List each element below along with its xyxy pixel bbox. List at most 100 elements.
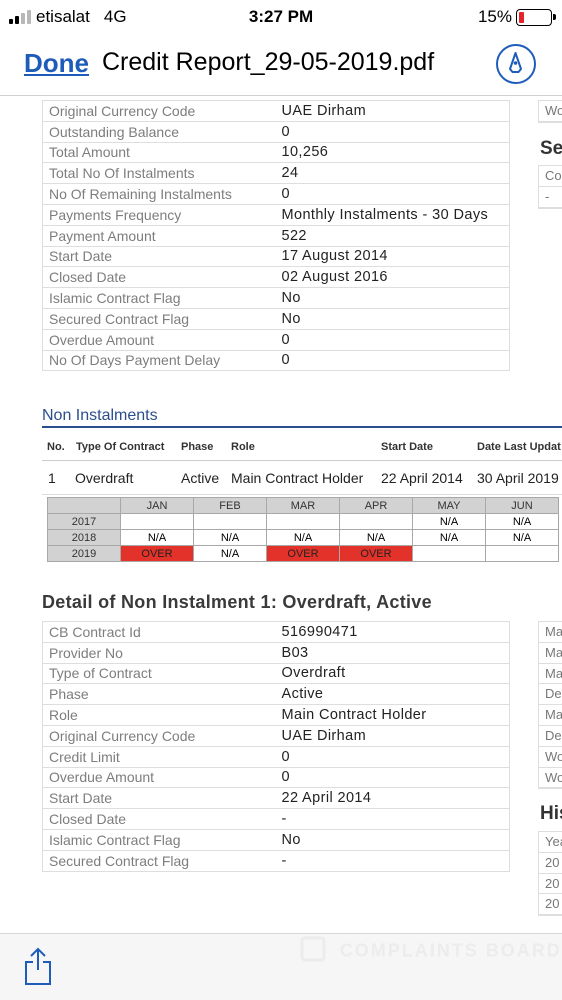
field-value: 24 <box>275 162 510 185</box>
history-table: Yea202020 <box>538 831 562 917</box>
watermark-logo <box>300 936 326 962</box>
field-label: Phase <box>42 683 276 706</box>
instalment-details-table: Original Currency Code UAE Dirham Outstand… <box>42 100 510 372</box>
non-instalments-header-row: No. Type Of Contract Phase Role Start Da… <box>42 433 562 461</box>
payment-history-grid: JAN FEB MAR APR MAY JUN 2017 N/A N/A 2018 N/A N/A N/… <box>47 497 559 562</box>
col-type: Type Of Contract <box>76 441 165 453</box>
status-bar: etisalat 4G 3:27 PM 15% <box>0 0 562 34</box>
col-start-date: Start Date <box>381 441 433 453</box>
field-label: Islamic Contract Flag <box>42 287 276 309</box>
detail-row: Provider No B03 <box>42 642 510 664</box>
detail-row: No Of Remaining Instalments 0 <box>42 183 510 205</box>
right-cell: Ma <box>539 622 562 643</box>
field-value: 0 <box>275 121 510 143</box>
table-row: 1 Overdraft Active Main Contract Holder … <box>42 461 562 495</box>
detail-row: Overdue Amount 0 <box>42 329 510 351</box>
cell-role: Main Contract Holder <box>231 470 364 486</box>
done-button[interactable]: Done <box>24 48 89 79</box>
field-label: CB Contract Id <box>42 621 276 643</box>
field-value: 0 <box>275 183 510 205</box>
month-header: JAN <box>120 497 194 514</box>
status-cell: N/A <box>485 529 559 546</box>
markup-pen-icon <box>509 52 522 73</box>
field-value: 22 April 2014 <box>275 787 510 810</box>
detail-row: Role Main Contract Holder <box>42 704 510 726</box>
month-header: APR <box>339 497 413 514</box>
right-section-heading: Se <box>540 138 562 159</box>
detail-heading: Detail of Non Instalment 1: Overdraft, A… <box>42 592 432 612</box>
detail-row: Islamic Contract Flag No <box>42 829 510 851</box>
field-value: 0 <box>275 746 510 768</box>
field-value: 522 <box>275 225 510 247</box>
right-cell: 20 <box>539 874 562 895</box>
history-heading: His <box>540 803 562 824</box>
detail-row: Start Date 17 August 2014 <box>42 246 510 268</box>
detail-row: Payment Amount 522 <box>42 225 510 247</box>
field-value: 0 <box>275 767 510 789</box>
field-label: Total No Of Instalments <box>42 162 276 185</box>
status-cell-over: OVER <box>120 545 194 562</box>
detail-row: Closed Date - <box>42 808 510 830</box>
share-button[interactable] <box>22 946 54 986</box>
non-instalment-detail-table: CB Contract Id 516990471 Provider No B03 Typ… <box>42 621 510 872</box>
col-no: No. <box>47 441 65 453</box>
cell-phase: Active <box>181 470 220 486</box>
detail-row: No Of Days Payment Delay 0 <box>42 350 510 372</box>
field-value: Active <box>275 683 510 706</box>
status-cell <box>120 513 194 530</box>
right-cell: De <box>539 726 562 747</box>
status-cell <box>193 513 267 530</box>
field-value: 02 August 2016 <box>275 266 510 289</box>
detail-row: Phase Active <box>42 683 510 706</box>
field-value: 17 August 2014 <box>275 246 510 268</box>
cell-no: 1 <box>48 470 56 486</box>
year-label: 2018 <box>47 529 121 546</box>
month-header: JUN <box>485 497 559 514</box>
field-label: Outstanding Balance <box>42 121 276 143</box>
status-cell: N/A <box>339 529 413 546</box>
field-label: Closed Date <box>42 266 276 289</box>
field-value: Main Contract Holder <box>275 704 510 726</box>
field-label: Type of Contract <box>42 663 276 685</box>
pdf-page[interactable]: Original Currency Code UAE Dirham Outstand… <box>0 97 562 933</box>
right-cell: Ma <box>539 664 562 685</box>
field-value: No <box>275 287 510 309</box>
status-cell: N/A <box>412 529 486 546</box>
col-last-update: Date Last Updat <box>477 441 561 453</box>
detail-row: Islamic Contract Flag No <box>42 287 510 309</box>
markup-button[interactable] <box>496 44 536 84</box>
right-cell: Ma <box>539 705 562 726</box>
detail-row: Overdue Amount 0 <box>42 767 510 789</box>
grid-header-row: JAN FEB MAR APR MAY JUN <box>47 497 559 514</box>
grid-year-row: 2019 OVER N/A OVER OVER <box>47 545 559 562</box>
month-header: MAY <box>412 497 486 514</box>
document-toolbar: Done Credit Report_29-05-2019.pdf <box>0 34 562 96</box>
field-label: Payment Amount <box>42 225 276 247</box>
right-cell: 20 <box>539 894 562 916</box>
right-cell: Yea <box>539 832 562 853</box>
month-header: MAR <box>266 497 340 514</box>
status-cell-over: OVER <box>339 545 413 562</box>
status-cell: N/A <box>193 545 267 562</box>
document-title: Credit Report_29-05-2019.pdf <box>102 48 435 76</box>
detail-row: Secured Contract Flag No <box>42 308 510 330</box>
status-cell <box>266 513 340 530</box>
right-cell: De <box>539 684 562 706</box>
col-phase: Phase <box>181 441 214 453</box>
right-column-box-top: Wo <box>538 100 562 123</box>
battery-percentage: 15% <box>477 7 512 26</box>
field-value: 516990471 <box>275 621 510 643</box>
field-value: No <box>275 308 510 330</box>
field-value: 10,256 <box>275 142 510 164</box>
grid-year-row: 2018 N/A N/A N/A N/A N/A N/A <box>47 529 559 546</box>
field-value: - <box>275 850 510 872</box>
detail-row: Secured Contract Flag - <box>42 850 510 872</box>
field-label: Provider No <box>42 642 276 664</box>
status-cell <box>412 545 486 562</box>
battery-icon <box>516 8 556 26</box>
section-divider <box>42 426 562 428</box>
non-instalments-heading: Non Instalments <box>42 407 158 424</box>
field-value: 0 <box>275 329 510 351</box>
detail-row: Outstanding Balance 0 <box>42 121 510 143</box>
right-cell: Wo <box>539 101 562 122</box>
